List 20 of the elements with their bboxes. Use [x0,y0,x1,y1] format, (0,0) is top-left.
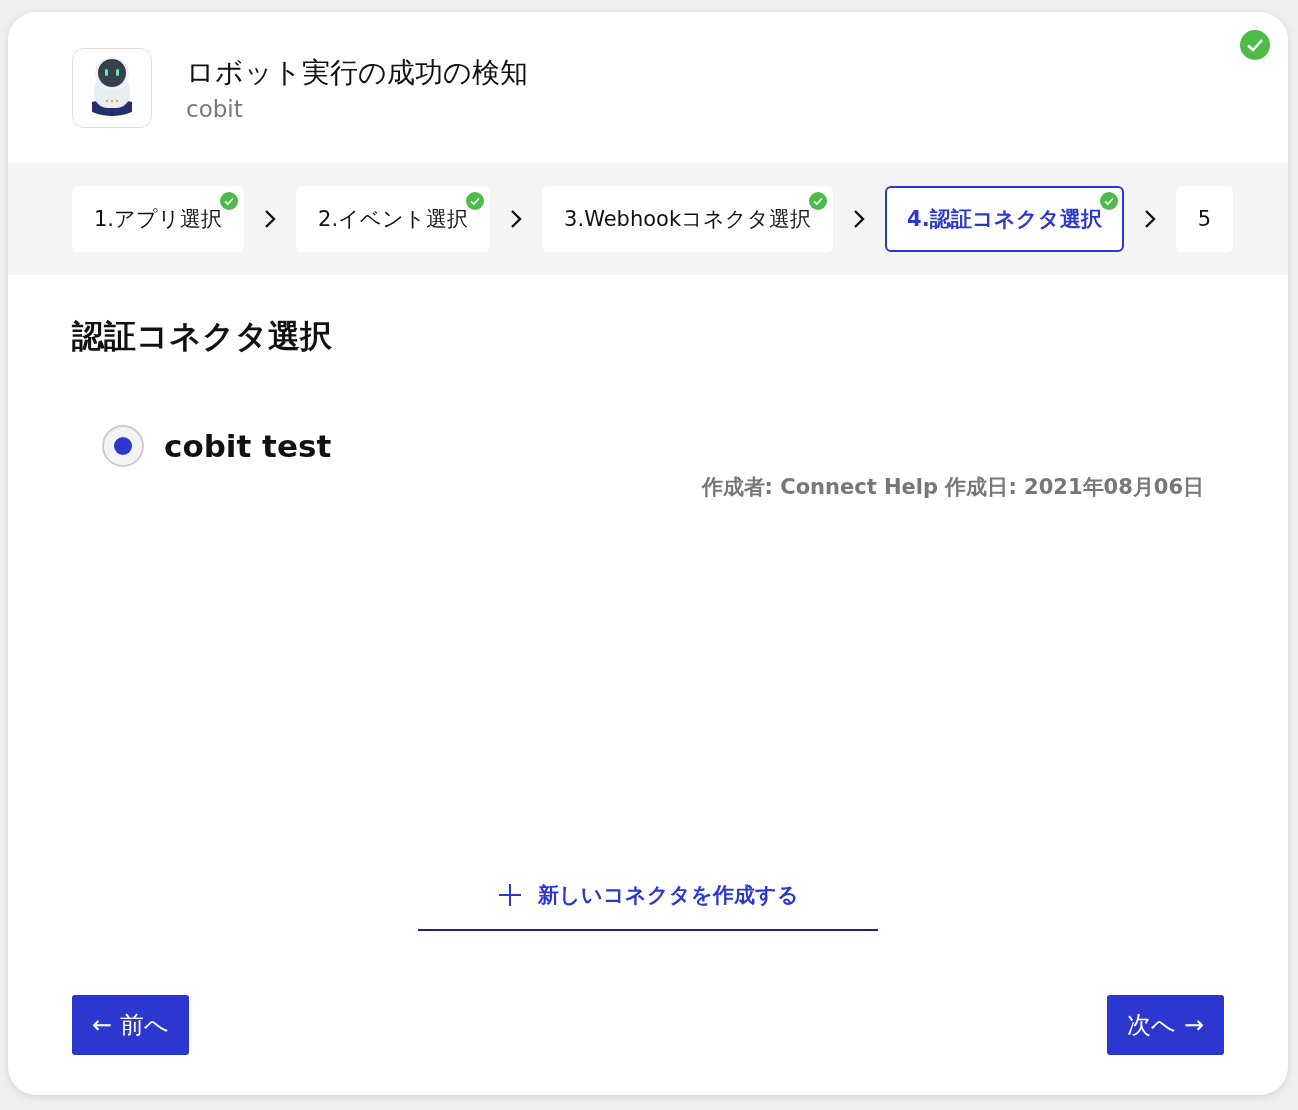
chevron-right-icon [510,209,523,229]
step-tab[interactable]: 5 [1175,186,1234,252]
plus-icon [497,883,522,907]
app-name: cobit [186,95,244,122]
step-tab[interactable]: 1.アプリ選択 [72,186,245,252]
page-title: ロボット実行の成功の検知 [186,54,528,91]
chevron-right-icon [264,209,277,229]
next-button[interactable]: 次へ → [1107,995,1224,1055]
radio-button[interactable] [102,425,144,467]
step-tab[interactable]: 4.認証コネクタ選択 [885,186,1124,252]
section-title: 認証コネクタ選択 [72,316,333,357]
robot-icon [72,47,152,128]
chevron-right-icon [1143,209,1156,229]
chevron-right-icon [853,209,866,229]
connector-name: cobit test [164,428,332,464]
connector-meta: 作成者: Connect Help 作成日: 2021年08月06日 [700,474,1204,501]
step-tab[interactable]: 2.イベント選択 [296,186,491,252]
create-connector-link[interactable]: 新しいコネクタを作成する [418,881,878,931]
step-tab[interactable]: 3.Webhookコネクタ選択 [542,186,834,252]
previous-button[interactable]: ← 前へ [72,995,189,1055]
